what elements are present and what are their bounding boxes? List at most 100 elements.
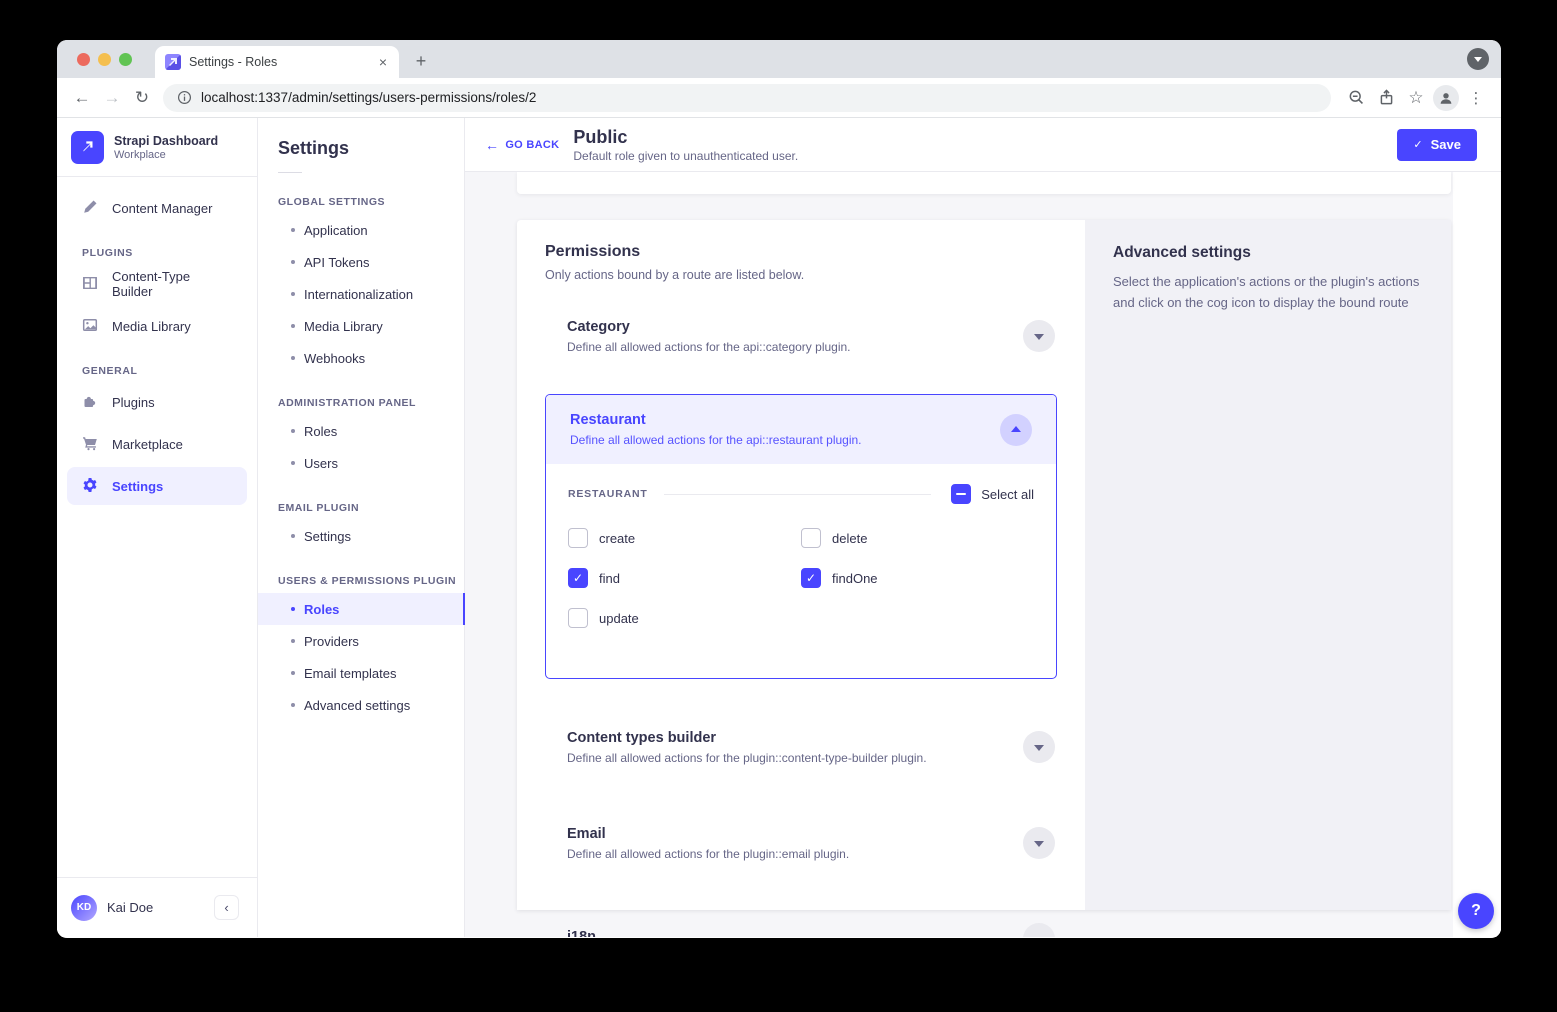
close-window-button[interactable] [77,53,90,66]
bullet-icon [291,429,295,433]
address-bar[interactable]: localhost:1337/admin/settings/users-perm… [163,84,1331,112]
forward-icon[interactable]: → [97,88,127,108]
accordion-restaurant-expanded: Restaurant Define all allowed actions fo… [545,394,1057,679]
sidebar-item-media-library[interactable]: Media Library [67,307,247,345]
checkbox-icon[interactable]: ✓ [568,528,588,548]
accordion-restaurant-header[interactable]: Restaurant Define all allowed actions fo… [546,395,1056,464]
strapi-app: Strapi Dashboard Workplace Content Manag… [57,118,1501,937]
bullet-icon [291,703,295,707]
user-name: Kai Doe [107,900,153,915]
subnav-item-api-tokens[interactable]: API Tokens [258,246,464,278]
page-title: Public [573,127,798,147]
sidebar-item-marketplace[interactable]: Marketplace [67,425,247,463]
sidebar-item-content-manager[interactable]: Content Manager [67,189,247,227]
chevron-down-icon [1034,334,1044,340]
bullet-icon [291,671,295,675]
chrome-menu-chevron-icon[interactable] [1467,48,1489,70]
layout-grid-icon [82,275,98,294]
accordion-email[interactable]: Email Define all allowed actions for the… [545,815,1057,871]
strapi-logo-icon [71,131,104,164]
browser-tab[interactable]: Settings - Roles × [155,46,399,78]
puzzle-icon [82,393,98,412]
reload-icon[interactable]: ↻ [127,88,157,108]
new-tab-button[interactable]: + [409,51,433,72]
pen-icon [82,199,98,218]
browser-menu-icon[interactable]: ⋮ [1461,84,1491,112]
main-content: ← GO BACK Public Default role given to u… [465,118,1501,937]
save-button[interactable]: ✓ Save [1397,129,1477,161]
bullet-icon [291,324,295,328]
subnav-item-application[interactable]: Application [258,214,464,246]
share-icon[interactable] [1371,84,1401,112]
checkbox-icon[interactable]: ✓ [568,568,588,588]
permission-checkbox-find[interactable]: ✓ find [568,568,801,588]
permission-checkbox-create[interactable]: ✓ create [568,528,801,548]
indeterminate-checkbox-icon[interactable] [951,484,971,504]
subnav-item-providers[interactable]: Providers [258,625,464,657]
browser-profile-avatar[interactable] [1431,84,1461,112]
subnav-item-advanced-settings[interactable]: Advanced settings [258,689,464,721]
sidebar-item-settings[interactable]: Settings [67,467,247,505]
bullet-icon [291,534,295,538]
subnav-group-email-plugin: EMAIL PLUGIN Settings [258,502,464,552]
scroll-area[interactable]: Permissions Only actions bound by a rout… [465,172,1501,937]
minimize-window-button[interactable] [98,53,111,66]
accordion-i18n[interactable]: i18n [545,911,1057,937]
back-arrow-icon: ← [485,137,499,153]
window-controls [77,53,132,66]
close-tab-icon[interactable]: × [377,54,389,70]
advanced-settings-description: Select the application's actions or the … [1113,271,1423,313]
divider [57,176,257,177]
subnav-item-media-library[interactable]: Media Library [258,310,464,342]
tab-title: Settings - Roles [189,55,369,69]
brand-block[interactable]: Strapi Dashboard Workplace [57,118,257,176]
permission-checkbox-findone[interactable]: ✓ findOne [801,568,1034,588]
role-details-card-bottom [517,172,1451,194]
user-avatar[interactable]: KD [71,895,97,921]
select-all-checkbox[interactable]: Select all [951,484,1034,504]
subnav-item-email-templates[interactable]: Email templates [258,657,464,689]
permissions-card: Permissions Only actions bound by a rout… [517,220,1451,910]
zoom-window-button[interactable] [119,53,132,66]
back-icon[interactable]: ← [67,88,97,108]
bookmark-star-icon[interactable]: ☆ [1401,84,1431,112]
subnav-item-internationalization[interactable]: Internationalization [258,278,464,310]
subnav-group-global-settings: GLOBAL SETTINGS Application API Tokens I… [258,196,464,374]
checkbox-icon[interactable]: ✓ [801,528,821,548]
permissions-column: Permissions Only actions bound by a rout… [517,220,1085,910]
subnav-item-email-settings[interactable]: Settings [258,520,464,552]
strapi-favicon-icon [165,54,181,70]
collapse-sidebar-button[interactable]: ‹ [214,895,239,920]
subnav-title: Settings [278,138,464,159]
subnav-item-up-roles[interactable]: Roles [258,593,464,625]
accordion-content-types-builder[interactable]: Content types builder Define all allowed… [545,719,1057,775]
expand-category-button[interactable] [1023,320,1055,352]
checkbox-icon[interactable]: ✓ [568,608,588,628]
expand-i18n-button[interactable] [1023,923,1055,937]
accordion-category[interactable]: Category Define all allowed actions for … [545,308,1057,364]
browser-window: Settings - Roles × + ← → ↻ localhost:133… [57,40,1501,938]
restaurant-group-label: RESTAURANT [568,488,648,500]
go-back-link[interactable]: ← GO BACK [485,137,559,153]
subnav-item-admin-roles[interactable]: Roles [258,415,464,447]
url-text: localhost:1337/admin/settings/users-perm… [201,90,536,105]
brand-title: Strapi Dashboard [114,134,218,149]
chevron-down-icon [1034,745,1044,751]
permission-checkbox-delete[interactable]: ✓ delete [801,528,1034,548]
checkbox-icon[interactable]: ✓ [801,568,821,588]
sidebar-item-content-type-builder[interactable]: Content-Type Builder [67,265,247,303]
site-info-icon[interactable] [175,84,193,112]
help-button[interactable]: ? [1458,893,1494,929]
subnav-item-admin-users[interactable]: Users [258,447,464,479]
permission-checkbox-update[interactable]: ✓ update [568,608,801,628]
expand-email-button[interactable] [1023,827,1055,859]
bullet-icon [291,607,295,611]
expand-content-types-builder-button[interactable] [1023,731,1055,763]
divider [278,172,302,173]
collapse-restaurant-button[interactable] [1000,414,1032,446]
sidebar-item-plugins[interactable]: Plugins [67,383,247,421]
bullet-icon [291,461,295,465]
zoom-out-icon[interactable] [1341,84,1371,112]
bullet-icon [291,292,295,296]
subnav-item-webhooks[interactable]: Webhooks [258,342,464,374]
